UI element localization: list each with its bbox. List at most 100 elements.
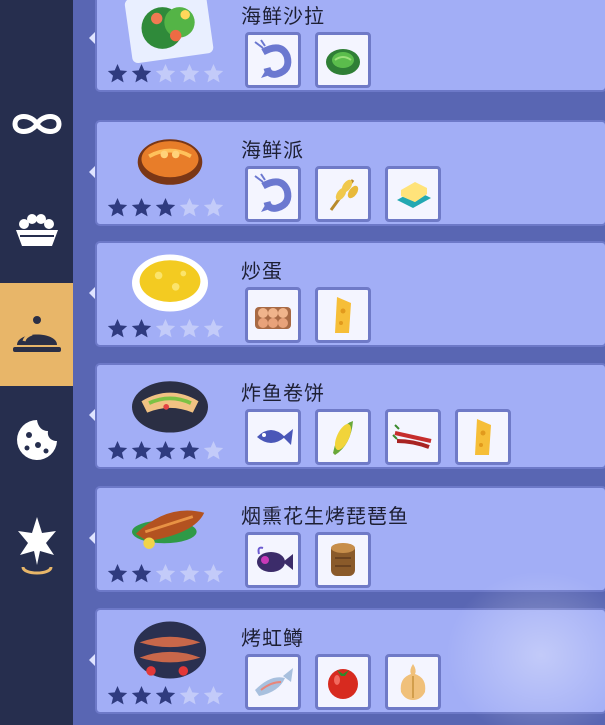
- cheese-icon: [475, 419, 491, 455]
- card-pointer: [89, 287, 95, 299]
- recipe-name: 炸鱼卷饼: [241, 381, 325, 405]
- star-empty-icon: [155, 564, 176, 583]
- card-pointer: [89, 409, 95, 421]
- ingredient-list: [245, 654, 441, 710]
- grilled-trout-icon: [133, 621, 207, 679]
- ingredient-list: [245, 287, 371, 343]
- card-pointer: [89, 166, 95, 178]
- recipe-name: 烟熏花生烤琵琶鱼: [241, 504, 409, 528]
- food-bowl-icon: [15, 214, 58, 246]
- card-pointer: [89, 654, 95, 666]
- star-rating: [107, 685, 224, 706]
- star-filled-icon: [107, 564, 128, 583]
- ingredient-slot[interactable]: [315, 166, 371, 222]
- star-filled-icon: [107, 686, 128, 705]
- star-empty-icon: [155, 319, 176, 338]
- star-filled-icon: [131, 64, 152, 83]
- recipe-name: 海鲜沙拉: [241, 4, 325, 28]
- seafood-pie-icon: [137, 139, 203, 185]
- ingredient-slot[interactable]: [245, 287, 301, 343]
- chili-icon: [392, 424, 432, 449]
- butter-icon: [397, 182, 431, 208]
- tomato-icon: [328, 669, 358, 699]
- star-rating: [107, 440, 224, 461]
- fish-wrap-icon: [132, 381, 208, 433]
- compass-star-icon: [17, 517, 56, 575]
- star-rating: [107, 63, 224, 84]
- star-filled-icon: [107, 64, 128, 83]
- ingredient-slot[interactable]: [385, 654, 441, 710]
- tab-compass-star[interactable]: [0, 495, 73, 595]
- recipe-card[interactable]: 炒蛋: [89, 241, 605, 347]
- star-empty-icon: [179, 686, 200, 705]
- ingredient-slot[interactable]: [315, 409, 371, 465]
- cloche-icon: [12, 315, 61, 352]
- star-filled-icon: [107, 319, 128, 338]
- tab-infinity[interactable]: [0, 74, 73, 174]
- cheese-icon: [335, 297, 351, 333]
- star-empty-icon: [203, 198, 224, 217]
- ingredient-slot[interactable]: [315, 532, 371, 588]
- star-empty-icon: [203, 64, 224, 83]
- shrimp-icon: [254, 173, 292, 212]
- star-empty-icon: [203, 564, 224, 583]
- star-empty-icon: [179, 64, 200, 83]
- ingredient-slot[interactable]: [315, 287, 371, 343]
- ingredient-slot[interactable]: [315, 654, 371, 710]
- star-filled-icon: [155, 198, 176, 217]
- onion-icon: [400, 664, 426, 700]
- infinity-icon: [11, 114, 62, 134]
- ingredient-slot[interactable]: [385, 166, 441, 222]
- tab-cloche[interactable]: [0, 283, 73, 386]
- star-filled-icon: [107, 441, 128, 460]
- shrimp-icon: [254, 39, 292, 78]
- ingredient-slot[interactable]: [245, 166, 301, 222]
- ingredient-slot[interactable]: [245, 654, 301, 710]
- star-rating: [107, 563, 224, 584]
- recipe-card[interactable]: 海鲜派: [89, 120, 605, 226]
- grilled-monkfish-icon: [132, 510, 205, 549]
- ingredient-slot[interactable]: [245, 409, 301, 465]
- watermark-glow: [445, 570, 605, 725]
- recipe-card[interactable]: 炸鱼卷饼: [89, 363, 605, 469]
- star-empty-icon: [155, 64, 176, 83]
- ingredient-slot[interactable]: [315, 32, 371, 88]
- ingredient-slot[interactable]: [245, 32, 301, 88]
- lettuce-icon: [326, 49, 360, 75]
- ingredient-slot[interactable]: [455, 409, 511, 465]
- recipe-name: 海鲜派: [241, 138, 304, 162]
- tab-cookie[interactable]: [0, 390, 73, 490]
- star-filled-icon: [179, 441, 200, 460]
- star-empty-icon: [179, 319, 200, 338]
- star-empty-icon: [203, 441, 224, 460]
- monkfish-icon: [257, 546, 293, 572]
- recipe-card[interactable]: 海鲜沙拉: [89, 0, 605, 92]
- ingredient-list: [245, 532, 371, 588]
- star-empty-icon: [179, 198, 200, 217]
- recipe-name: 炒蛋: [241, 259, 283, 283]
- ingredient-list: [245, 409, 511, 465]
- category-sidebar: [0, 0, 73, 725]
- wheat-icon: [329, 179, 359, 211]
- card-pointer: [89, 532, 95, 544]
- star-filled-icon: [131, 564, 152, 583]
- fish-icon: [257, 429, 293, 445]
- trout-icon: [255, 668, 293, 696]
- ingredient-list: [245, 166, 441, 222]
- star-filled-icon: [107, 198, 128, 217]
- tab-food-bowl[interactable]: [0, 180, 73, 280]
- star-empty-icon: [179, 564, 200, 583]
- star-filled-icon: [155, 686, 176, 705]
- card-pointer: [89, 32, 95, 44]
- star-filled-icon: [131, 319, 152, 338]
- seafood-salad-icon: [124, 0, 214, 64]
- corn-icon: [333, 421, 353, 455]
- ingredient-slot[interactable]: [385, 409, 441, 465]
- star-empty-icon: [203, 686, 224, 705]
- star-filled-icon: [131, 198, 152, 217]
- recipe-name: 烤虹鳟: [241, 626, 304, 650]
- eggs-icon: [255, 307, 291, 329]
- scrambled-egg-icon: [132, 254, 208, 312]
- ingredient-slot[interactable]: [245, 532, 301, 588]
- star-empty-icon: [203, 319, 224, 338]
